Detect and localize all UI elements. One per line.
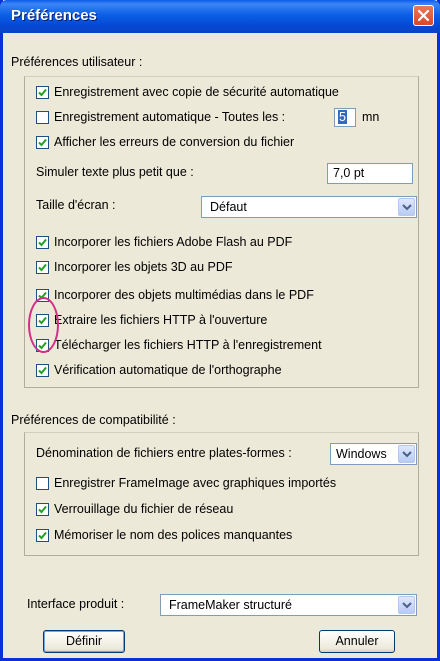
title-bar[interactable]: Préférences (0, 0, 440, 33)
backup-label: Enregistrement avec copie de sécurité au… (54, 85, 339, 99)
autosave-label: Enregistrement automatique - Toutes les … (54, 110, 286, 124)
spellcheck-label: Vérification automatique de l'orthograph… (54, 363, 282, 377)
naming-value: Windows (336, 447, 387, 461)
simulate-text-label: Simuler texte plus petit que : (36, 165, 194, 179)
http-upload-label: Télécharger les fichiers HTTP à l'enregi… (54, 338, 322, 352)
missing-fonts-checkbox[interactable] (36, 528, 49, 542)
net-lock-option[interactable]: Verrouillage du fichier de réseau (36, 500, 233, 518)
conv-errors-checkbox[interactable] (36, 135, 49, 149)
product-interface-label: Interface produit : (27, 597, 125, 611)
product-interface-value: FrameMaker structuré (169, 598, 292, 612)
frameimage-checkbox[interactable] (36, 476, 49, 490)
close-icon (418, 10, 429, 21)
obj3d-pdf-label: Incorporer les objets 3D au PDF (54, 260, 233, 274)
conv-errors-label: Afficher les erreurs de conversion du fi… (54, 135, 295, 149)
define-button[interactable]: Définir (43, 630, 125, 653)
missing-fonts-label: Mémoriser le nom des polices manquantes (54, 528, 293, 542)
chevron-down-icon (402, 451, 412, 458)
compat-prefs-heading: Préférences de compatibilité : (11, 413, 176, 427)
product-interface-select[interactable]: FrameMaker structuré (160, 594, 417, 616)
user-prefs-heading: Préférences utilisateur : (11, 55, 143, 69)
http-upload-option[interactable]: Télécharger les fichiers HTTP à l'enregi… (36, 336, 322, 354)
screen-size-dropdown-button[interactable] (398, 198, 415, 216)
net-lock-label: Verrouillage du fichier de réseau (54, 502, 234, 516)
net-lock-checkbox[interactable] (36, 502, 49, 516)
product-interface-dropdown-button[interactable] (398, 596, 415, 614)
cancel-button[interactable]: Annuler (319, 630, 395, 653)
chevron-down-icon (402, 204, 412, 211)
highlight-circle (28, 297, 59, 353)
flash-pdf-label: Incorporer les fichiers Adobe Flash au P… (54, 235, 293, 249)
preferences-dialog: Préférences Préférences utilisateur : En… (0, 0, 440, 661)
autosave-unit: mn (362, 110, 380, 124)
frameimage-option[interactable]: Enregistrer FrameImage avec graphiques i… (36, 474, 336, 492)
backup-option[interactable]: Enregistrement avec copie de sécurité au… (36, 83, 339, 101)
spellcheck-option[interactable]: Vérification automatique de l'orthograph… (36, 361, 282, 379)
obj3d-pdf-option[interactable]: Incorporer les objets 3D au PDF (36, 258, 233, 276)
screen-size-value: Défaut (210, 200, 247, 214)
autosave-interval-value: 5 (338, 110, 347, 124)
obj3d-pdf-checkbox[interactable] (36, 260, 49, 274)
multimedia-pdf-label: Incorporer des objets multimédias dans l… (54, 288, 314, 302)
autosave-interval-input[interactable]: 5 (334, 108, 356, 127)
window-title: Préférences (11, 7, 97, 24)
close-button[interactable] (413, 5, 434, 26)
naming-label: Dénomination de fichiers entre plates-fo… (36, 446, 292, 460)
screen-size-label: Taille d'écran : (36, 198, 116, 212)
http-extract-option[interactable]: Extraire les fichiers HTTP à l'ouverture (36, 311, 267, 329)
naming-select[interactable]: Windows (330, 443, 417, 465)
multimedia-pdf-option[interactable]: Incorporer des objets multimédias dans l… (36, 286, 314, 304)
frameimage-label: Enregistrer FrameImage avec graphiques i… (54, 476, 337, 490)
conv-errors-option[interactable]: Afficher les erreurs de conversion du fi… (36, 133, 294, 151)
missing-fonts-option[interactable]: Mémoriser le nom des polices manquantes (36, 526, 292, 544)
flash-pdf-checkbox[interactable] (36, 235, 49, 249)
flash-pdf-option[interactable]: Incorporer les fichiers Adobe Flash au P… (36, 233, 292, 251)
autosave-checkbox[interactable] (36, 110, 49, 124)
http-extract-label: Extraire les fichiers HTTP à l'ouverture (54, 313, 268, 327)
backup-checkbox[interactable] (36, 85, 49, 99)
screen-size-select[interactable]: Défaut (201, 196, 417, 218)
chevron-down-icon (402, 602, 412, 609)
simulate-text-input[interactable]: 7,0 pt (327, 163, 413, 184)
naming-dropdown-button[interactable] (398, 445, 415, 463)
spellcheck-checkbox[interactable] (36, 363, 49, 377)
autosave-option[interactable]: Enregistrement automatique - Toutes les … (36, 108, 285, 126)
